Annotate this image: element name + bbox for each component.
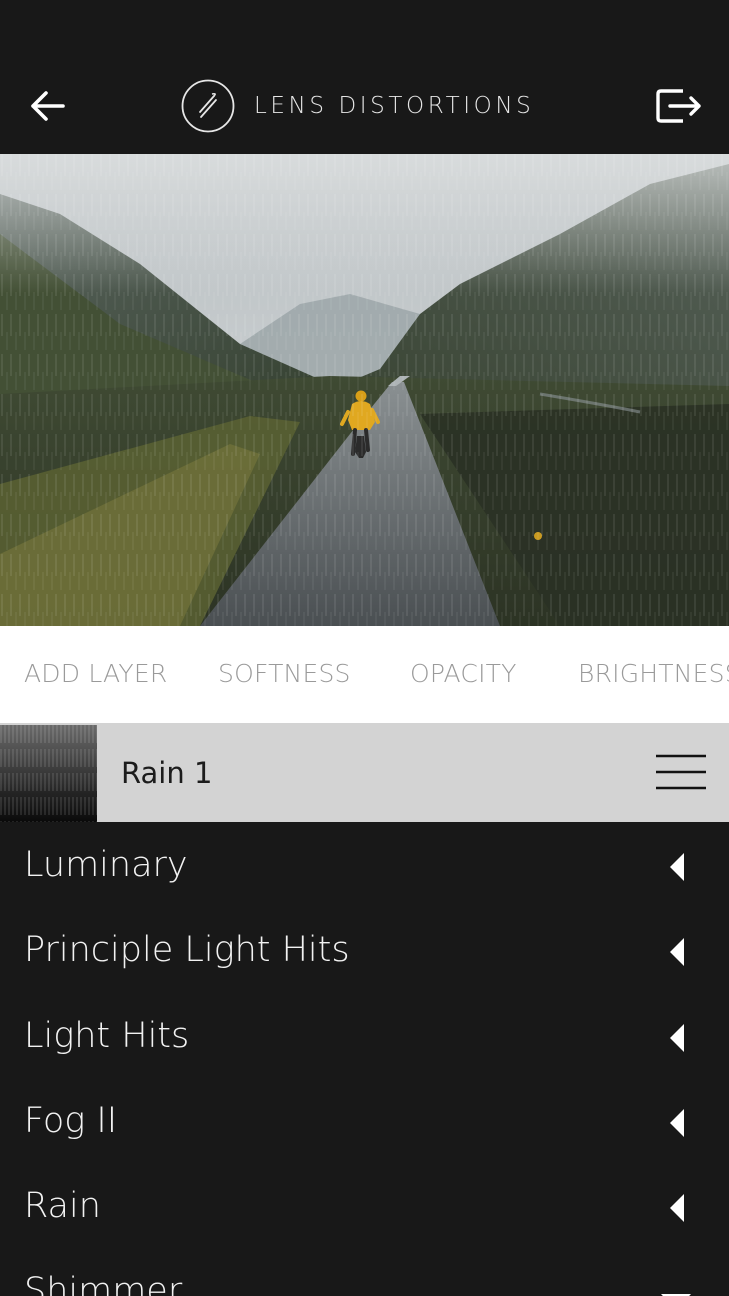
app-root: LENS DISTORTIONS ADD LAYER SOFTNESS OPAC…	[0, 0, 729, 1296]
category-light-hits[interactable]: Light Hits	[0, 993, 729, 1078]
category-fog-ii[interactable]: Fog II	[0, 1078, 729, 1163]
edited-photo-image	[0, 154, 729, 626]
triangle-down-icon	[661, 1294, 691, 1296]
export-button[interactable]	[654, 84, 706, 128]
category-shimmer[interactable]: Shimmer	[0, 1248, 729, 1296]
back-button[interactable]	[26, 84, 70, 128]
softness-tab[interactable]: SOFTNESS	[218, 659, 351, 688]
layer-name: Rain 1	[121, 756, 213, 790]
photo-preview[interactable]	[0, 154, 729, 626]
opacity-tab[interactable]: OPACITY	[410, 659, 517, 688]
header-bar: LENS DISTORTIONS	[0, 0, 729, 154]
category-label: Luminary	[24, 845, 188, 885]
triangle-left-icon	[670, 1194, 684, 1223]
app-title: LENS DISTORTIONS	[254, 93, 535, 119]
lens-distortions-logo	[181, 79, 235, 133]
category-label: Light Hits	[24, 1015, 190, 1056]
arrow-left-icon	[31, 91, 65, 121]
add-layer-tab[interactable]: ADD LAYER	[24, 659, 167, 688]
active-layer-row[interactable]: Rain 1	[0, 723, 729, 822]
layer-menu-button[interactable]	[652, 753, 712, 795]
category-principle-light-hits[interactable]: Principle Light Hits	[0, 907, 729, 992]
brand: LENS DISTORTIONS	[181, 78, 534, 134]
category-luminary[interactable]: Luminary	[0, 822, 729, 907]
category-rain[interactable]: Rain	[0, 1163, 729, 1248]
triangle-left-icon	[670, 1108, 684, 1137]
category-label: Principle Light Hits	[24, 930, 350, 971]
triangle-left-icon	[670, 853, 684, 881]
category-label: Shimmer	[24, 1271, 183, 1296]
category-label: Fog II	[24, 1100, 118, 1141]
category-list: Luminary Principle Light Hits Light Hits…	[0, 822, 729, 1296]
adjustment-toolbar: ADD LAYER SOFTNESS OPACITY BRIGHTNESS	[0, 626, 729, 723]
brightness-tab[interactable]: BRIGHTNESS	[578, 659, 729, 688]
hamburger-menu-icon	[656, 754, 706, 790]
layer-thumbnail	[0, 725, 97, 822]
category-label: Rain	[24, 1186, 101, 1227]
export-icon	[656, 89, 701, 123]
triangle-left-icon	[670, 1023, 684, 1052]
triangle-left-icon	[670, 938, 684, 967]
